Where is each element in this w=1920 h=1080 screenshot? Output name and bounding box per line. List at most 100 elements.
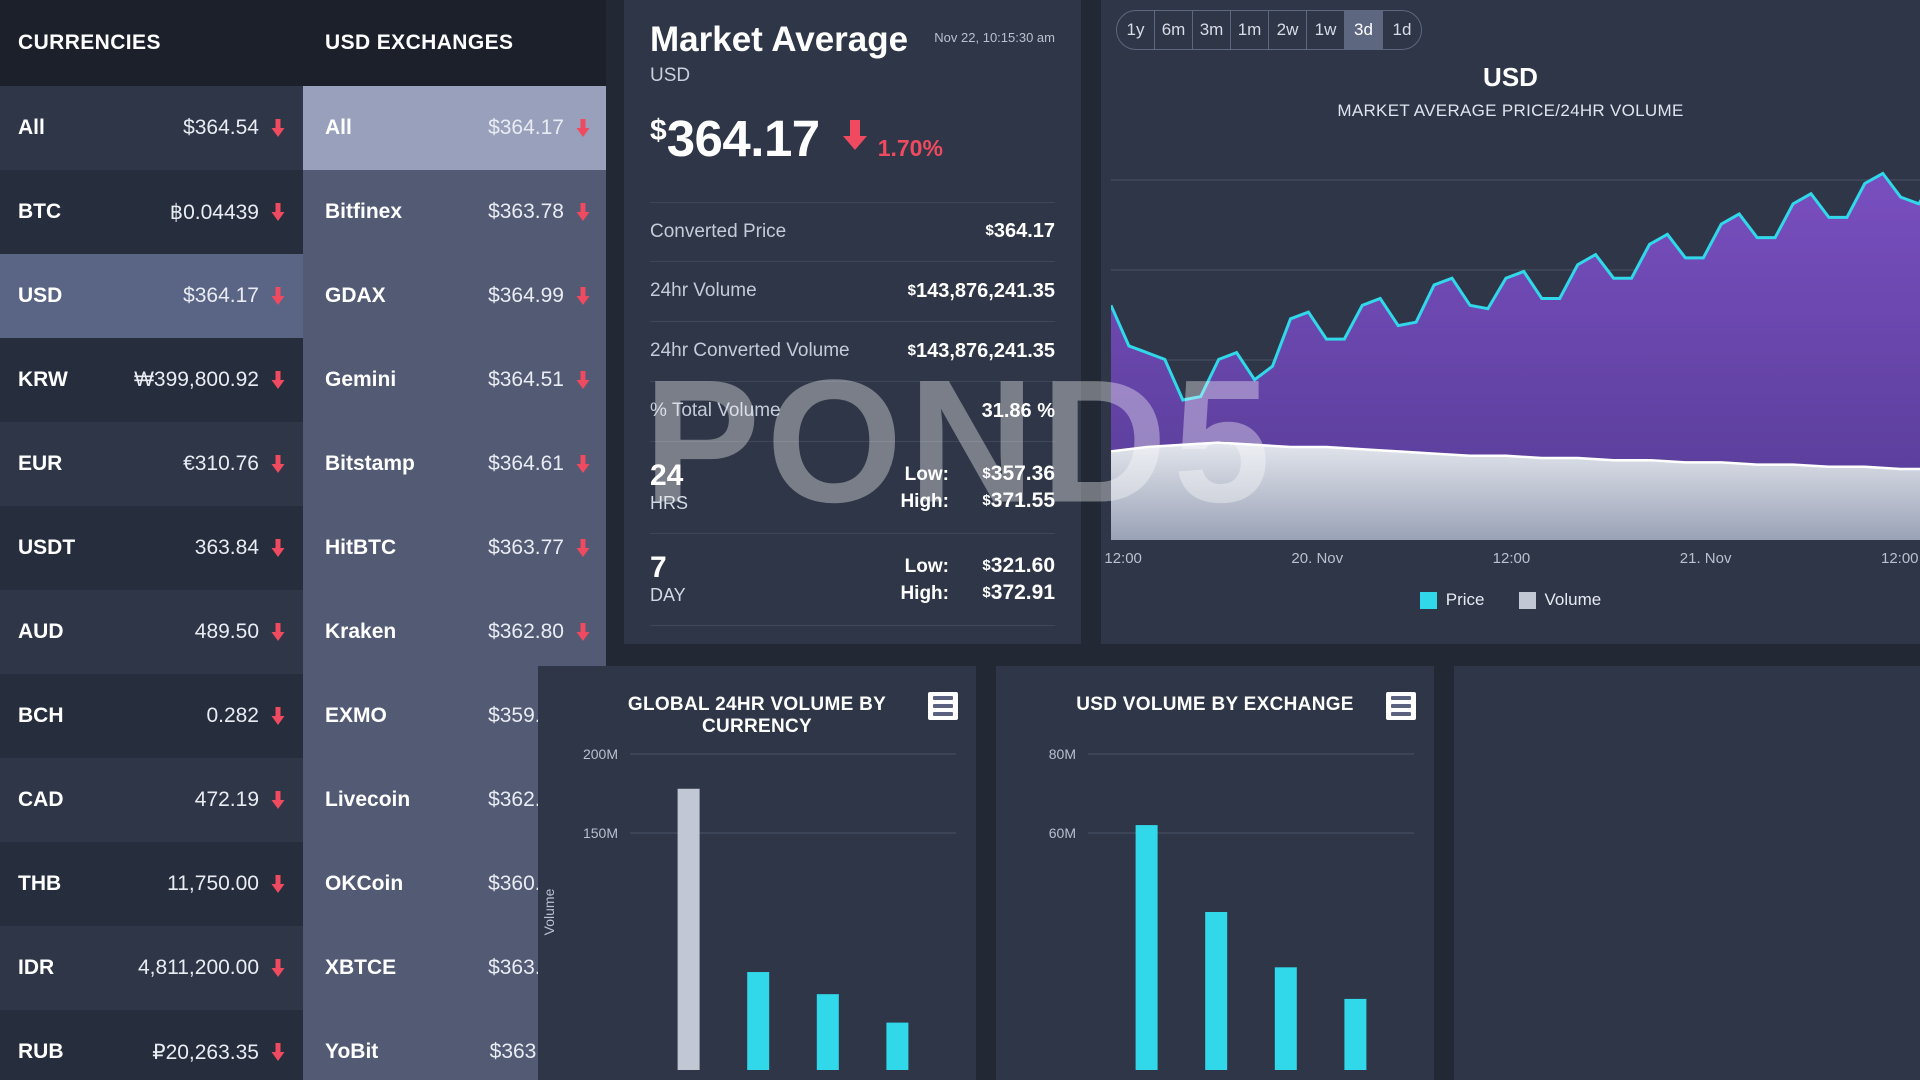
low-line: Low: $321.60	[905, 552, 1055, 580]
exchange-label: Livecoin	[325, 788, 411, 811]
x-axis-tick: 12:00	[1880, 550, 1919, 567]
currency-row[interactable]: IDR 4,811,200.00	[0, 926, 303, 1010]
currency-row[interactable]: THB 11,750.00	[0, 842, 303, 926]
exchange-value: $364.61	[488, 452, 564, 475]
currency-row[interactable]: CAD 472.19	[0, 758, 303, 842]
exchange-label: XBTCE	[325, 956, 397, 979]
currency-label: BCH	[18, 704, 64, 727]
period-unit: HRS	[650, 492, 689, 513]
trend-down-icon	[576, 287, 590, 305]
stat-value: 31.86 %	[981, 399, 1055, 422]
timeframe-button-1d[interactable]: 1d	[1383, 11, 1421, 49]
market-average-periods: 24 HRS Low: $357.36 High: $371.55 7 DAY Low: $321…	[650, 442, 1055, 626]
stat-value: $364.17	[985, 220, 1055, 243]
currencies-header-title: CURRENCIES	[18, 31, 161, 54]
stat-value: $143,876,241.35	[907, 339, 1055, 362]
trend-down-icon	[576, 539, 590, 557]
currency-symbol: $	[650, 113, 667, 147]
trend-down-icon	[271, 1043, 285, 1061]
exchange-label: Kraken	[325, 620, 397, 643]
market-average-price: 364.17	[666, 109, 821, 167]
currency-row[interactable]: KRW ₩399,800.92	[0, 338, 303, 422]
currency-value: 4,811,200.00	[137, 956, 259, 979]
price-chart-title: USD	[1483, 62, 1538, 92]
currency-value: ₩399,800.92	[134, 368, 259, 391]
exchange-row[interactable]: Bitstamp $364.61	[303, 422, 606, 506]
exchange-label: Bitstamp	[325, 452, 415, 475]
trend-down-icon	[271, 791, 285, 809]
trend-down-icon	[271, 707, 285, 725]
legend-swatch	[1518, 591, 1536, 609]
legend-item[interactable]: Volume	[1518, 590, 1602, 610]
currency-row[interactable]: All $364.54	[0, 86, 303, 170]
currency-value: $364.17	[183, 284, 259, 307]
currency-row[interactable]: USD $364.17	[0, 254, 303, 338]
low-value: $321.60	[982, 553, 1055, 577]
x-axis-tick: 12:00	[1104, 550, 1142, 567]
legend-label: Volume	[1544, 590, 1602, 609]
trend-down-icon	[576, 623, 590, 641]
exchange-row[interactable]: GDAX $364.99	[303, 254, 606, 338]
exchange-row[interactable]: Bitfinex $363.78	[303, 170, 606, 254]
hamburger-icon[interactable]	[1386, 692, 1416, 720]
price-chart-subtitle: MARKET AVERAGE PRICE/24HR VOLUME	[1337, 101, 1684, 120]
currency-row[interactable]: RUB ₽20,263.35	[0, 1010, 303, 1080]
exchange-value: $363.78	[488, 200, 564, 223]
timeframe-selector[interactable]: 1y 6m 3m 1m 2w 1w 3d 1d	[1116, 10, 1422, 50]
currencies-header: CURRENCIES	[0, 0, 303, 86]
currency-value: ₽20,263.35	[152, 1040, 259, 1064]
period-values: Low: $321.60 High: $372.91	[770, 552, 1055, 607]
exchanges-header-title: USD EXCHANGES	[325, 31, 514, 54]
usd-volume-plot: 80M 60M	[996, 734, 1434, 1080]
period-unit: DAY	[650, 584, 686, 605]
trend-down-icon	[271, 371, 285, 389]
trend-down-icon	[271, 959, 285, 977]
currency-label: RUB	[18, 1040, 64, 1063]
exchange-row[interactable]: All $364.17	[303, 86, 606, 170]
currency-row[interactable]: BTC ฿0.04439	[0, 170, 303, 254]
legend-item[interactable]: Price	[1419, 590, 1485, 610]
svg-text:80M: 80M	[1049, 746, 1076, 762]
svg-text:150M: 150M	[583, 825, 618, 841]
period-values: Low: $357.36 High: $371.55	[770, 460, 1055, 515]
trend-down-icon	[576, 455, 590, 473]
trend-down-icon	[576, 371, 590, 389]
timeframe-button-1m[interactable]: 1m	[1231, 11, 1269, 49]
period-row: 7 DAY Low: $321.60 High: $372.91	[650, 534, 1055, 626]
market-average-timestamp: Nov 22, 10:15:30 am	[934, 30, 1055, 45]
trend-down-icon	[271, 203, 285, 221]
x-axis-tick: 21. Nov	[1679, 550, 1732, 567]
currency-label: KRW	[18, 368, 68, 391]
trend-down-icon	[576, 119, 590, 137]
stat-row: % Total Volume 31.86 %	[650, 382, 1055, 442]
trend-down-icon	[271, 875, 285, 893]
stat-row: Converted Price $364.17	[650, 201, 1055, 262]
currency-label: BTC	[18, 200, 62, 223]
trend-down-icon	[271, 119, 285, 137]
exchange-row[interactable]: Kraken $362.80	[303, 590, 606, 674]
period-label: 24 HRS	[650, 460, 770, 514]
exchange-label: Gemini	[325, 368, 397, 391]
timeframe-button-3m[interactable]: 3m	[1193, 11, 1231, 49]
timeframe-button-3d[interactable]: 3d	[1345, 11, 1383, 49]
currency-row[interactable]: EUR €310.76	[0, 422, 303, 506]
timeframe-button-1w[interactable]: 1w	[1307, 11, 1345, 49]
timeframe-button-1y[interactable]: 1y	[1117, 11, 1155, 49]
exchange-row[interactable]: HitBTC $363.77	[303, 506, 606, 590]
exchange-row[interactable]: Gemini $364.51	[303, 338, 606, 422]
market-average-header: Market Average Nov 22, 10:15:30 am USD	[650, 21, 1055, 87]
currency-row[interactable]: AUD 489.50	[0, 590, 303, 674]
currency-row[interactable]: BCH 0.282	[0, 674, 303, 758]
period-number: 7	[650, 550, 667, 584]
currency-row[interactable]: USDT 363.84	[0, 506, 303, 590]
hamburger-icon[interactable]	[928, 692, 958, 720]
timeframe-button-2w[interactable]: 2w	[1269, 11, 1307, 49]
market-average-price-row: $ 364.17 1.70%	[650, 109, 1055, 168]
crypto-dashboard: CURRENCIES All $364.54 BTC ฿0.04439 USD $364.…	[0, 0, 1920, 1080]
high-label: High:	[900, 583, 949, 605]
currency-value: ฿0.04439	[169, 200, 259, 224]
high-line: High: $371.55	[900, 487, 1055, 515]
stat-row: 24hr Volume $143,876,241.35	[650, 262, 1055, 322]
timeframe-button-6m[interactable]: 6m	[1155, 11, 1193, 49]
exchange-label: GDAX	[325, 284, 386, 307]
